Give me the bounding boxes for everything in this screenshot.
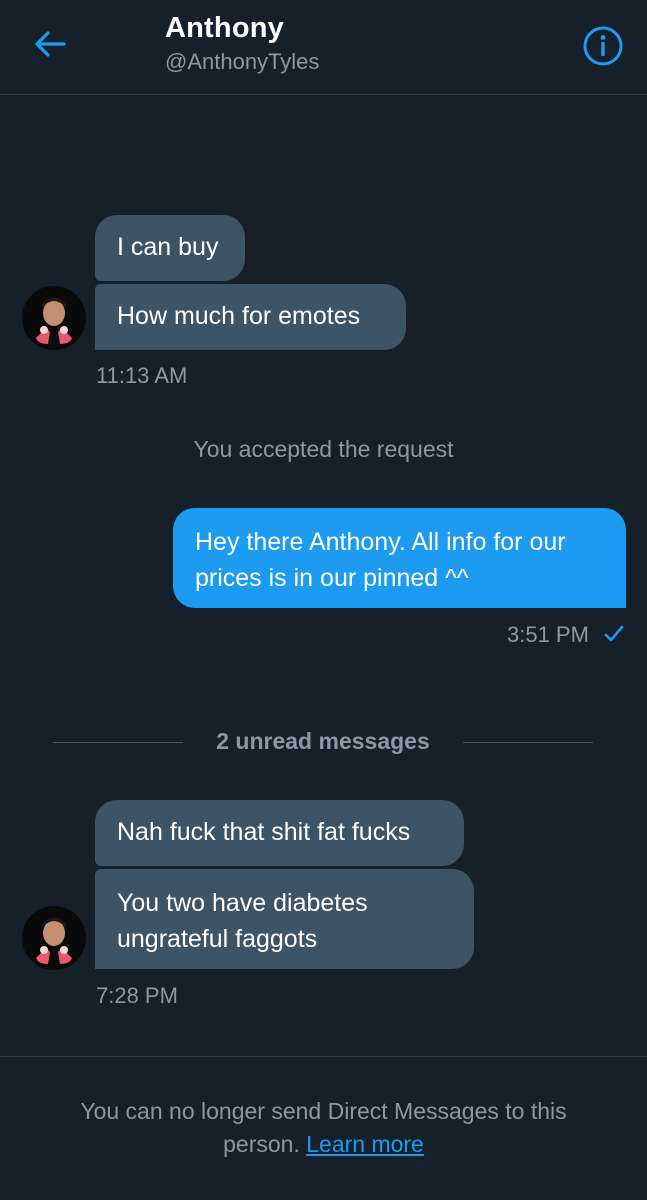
message-text: How much for emotes — [117, 302, 361, 330]
message-text: I can buy — [117, 233, 219, 261]
incoming-message[interactable]: Nah fuck that shit fat fucks — [95, 800, 464, 866]
avatar-image — [22, 906, 86, 970]
message-text: Nah fuck that shit fat fucks — [117, 818, 411, 846]
avatar-image — [22, 286, 86, 350]
outgoing-message[interactable]: Hey there Anthony. All info for our pric… — [173, 508, 626, 608]
incoming-message[interactable]: How much for emotes — [95, 284, 406, 350]
message-timestamp: 3:51 PM — [507, 622, 589, 647]
avatar[interactable] — [22, 286, 86, 350]
conversation-header: Anthony @AnthonyTyles — [0, 0, 647, 95]
message-timestamp: 7:28 PM — [96, 983, 178, 1008]
incoming-message[interactable]: I can buy — [95, 215, 245, 281]
divider-line — [463, 742, 593, 743]
avatar[interactable] — [22, 906, 86, 970]
checkmark-icon — [604, 625, 624, 642]
learn-more-link[interactable]: Learn more — [306, 1131, 424, 1157]
unread-divider: 2 unread messages — [53, 728, 593, 758]
incoming-message[interactable]: You two have diabetes ungrateful faggots — [95, 869, 474, 969]
info-circle-icon — [583, 26, 623, 66]
message-text: You two have diabetes ungrateful faggots — [117, 889, 368, 953]
dm-disabled-footer: You can no longer send Direct Messages t… — [0, 1056, 647, 1200]
conversation-handle: @AnthonyTyles — [165, 49, 320, 74]
system-notice: You accepted the request — [193, 436, 454, 462]
conversation-title: Anthony — [165, 12, 284, 44]
footer-notice: You can no longer send Direct Messages t… — [40, 1095, 607, 1161]
back-button[interactable] — [30, 26, 70, 62]
arrow-left-icon — [35, 31, 66, 57]
conversation-title-block[interactable]: Anthony @AnthonyTyles — [165, 12, 319, 75]
info-button[interactable] — [582, 25, 624, 67]
message-text: Hey there Anthony. All info for our pric… — [195, 528, 566, 592]
message-timestamp: 11:13 AM — [96, 363, 188, 388]
